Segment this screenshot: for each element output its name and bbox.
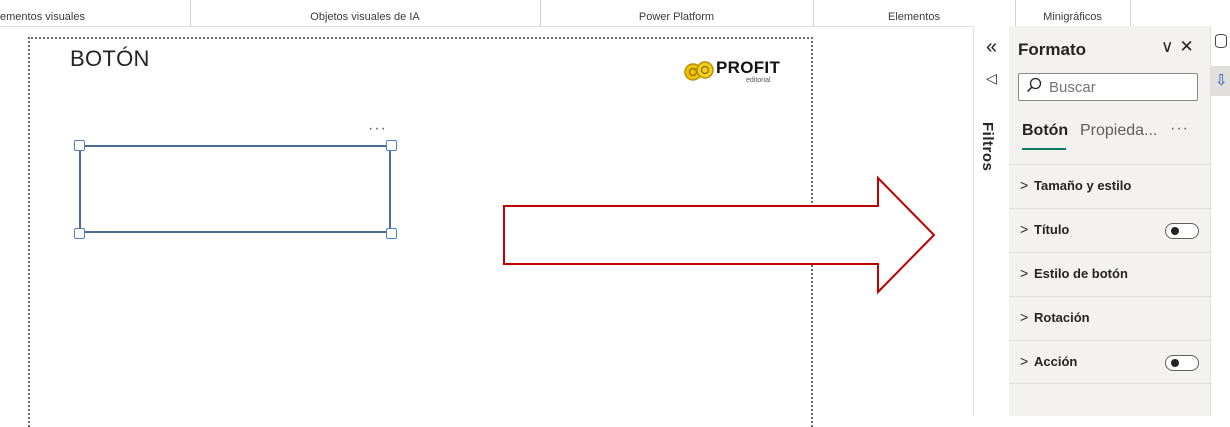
tab-propiedades[interactable]: Propieda...: [1080, 122, 1157, 140]
filter-icon: ◁: [986, 70, 997, 86]
format-pane-switch[interactable]: ⇩: [1211, 66, 1230, 96]
section-label: Tamaño y estilo: [1034, 178, 1132, 193]
filters-label: Filtros: [979, 122, 996, 172]
resize-handle-top-right[interactable]: [386, 140, 397, 151]
resize-handle-top-left[interactable]: [74, 140, 85, 151]
logo-coins-icon: [684, 61, 714, 81]
accion-toggle[interactable]: [1165, 355, 1199, 371]
active-tab-underline: [1022, 148, 1066, 150]
ribbon-group-ai-visuals: Objetos visuales de IA: [310, 11, 420, 23]
filters-pane-collapsed[interactable]: « ◁ Filtros: [973, 26, 1010, 416]
toggle-knob: [1171, 227, 1179, 235]
format-sections: > Tamaño y estilo > Título > Estilo de b…: [1009, 164, 1210, 384]
section-estilo-boton[interactable]: > Estilo de botón: [1009, 252, 1210, 296]
toggle-knob: [1171, 359, 1179, 367]
chevron-right-icon: >: [1020, 353, 1029, 369]
section-label: Título: [1034, 222, 1070, 237]
ribbon-group-power-platform: Power Platform: [638, 11, 715, 23]
paint-brush-icon: ⇩: [1215, 72, 1228, 89]
button-visual[interactable]: [79, 145, 391, 233]
chevron-right-icon: >: [1020, 265, 1029, 281]
chevron-right-icon: >: [1020, 221, 1029, 237]
chevron-right-icon: >: [1020, 177, 1029, 193]
format-search-box[interactable]: [1018, 73, 1198, 101]
tabs-more-button[interactable]: ···: [1170, 120, 1189, 138]
section-label: Estilo de botón: [1034, 266, 1128, 281]
logo-word: PROFIT: [716, 58, 781, 77]
pane-switcher-strip: ⇩: [1210, 26, 1230, 416]
format-pane: Formato ∨✕ Botón Propieda... ··· > Tamañ…: [1009, 26, 1210, 416]
titulo-toggle[interactable]: [1165, 223, 1199, 239]
data-pane-icon[interactable]: [1215, 34, 1227, 48]
ribbon-group-visual-elements: ementos visuales: [0, 11, 85, 23]
section-accion[interactable]: > Acción: [1009, 340, 1210, 384]
chevron-down-icon[interactable]: ∨: [1161, 37, 1173, 56]
profit-editorial-logo: PROFIT editorial: [684, 58, 784, 88]
section-rotacion[interactable]: > Rotación: [1009, 296, 1210, 340]
double-chevron-left-icon[interactable]: «: [974, 36, 1009, 59]
ribbon-divider: [1130, 0, 1131, 26]
page-title: BOTÓN: [70, 46, 150, 71]
chevron-right-icon: >: [1020, 309, 1029, 325]
ribbon-group-sparklines: Minigráficos: [1043, 11, 1102, 23]
search-icon: [1026, 77, 1042, 97]
visual-more-options[interactable]: ···: [368, 120, 387, 138]
format-pane-title: Formato: [1018, 40, 1086, 59]
close-icon[interactable]: ✕: [1179, 37, 1193, 56]
section-titulo[interactable]: > Título: [1009, 208, 1210, 252]
format-tabs: Botón Propieda... ···: [1022, 120, 1212, 152]
annotation-arrow: [503, 175, 936, 295]
section-tamano-estilo[interactable]: > Tamaño y estilo: [1009, 164, 1210, 208]
section-label: Acción: [1034, 354, 1078, 369]
resize-handle-bottom-right[interactable]: [386, 228, 397, 239]
ribbon-group-labels: ementos visuales Objetos visuales de IA …: [0, 0, 1230, 27]
tab-boton-label: Botón: [1022, 122, 1069, 139]
search-input[interactable]: [1049, 77, 1189, 97]
tab-boton[interactable]: Botón: [1022, 122, 1069, 150]
format-pane-header-icons: ∨ ✕: [1161, 37, 1200, 57]
ribbon-group-elements: Elementos: [888, 11, 940, 23]
logo-sub: editorial: [746, 77, 771, 84]
resize-handle-bottom-left[interactable]: [74, 228, 85, 239]
section-label: Rotación: [1034, 310, 1090, 325]
